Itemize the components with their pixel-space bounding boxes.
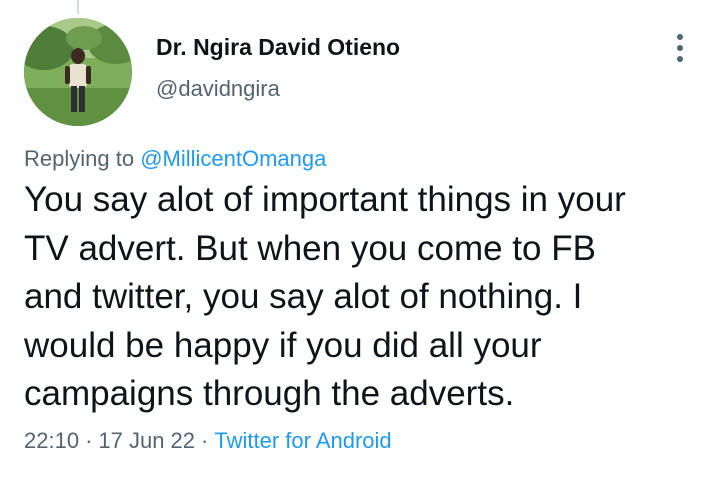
tweet-meta: 22:10 · 17 Jun 22 · Twitter for Android [24,428,392,454]
author-handle[interactable]: @davidngira [156,76,280,102]
tweet-time[interactable]: 22:10 [24,428,79,453]
tweet-text-line: and twitter, you say alot of nothing. I [24,277,583,316]
avatar-photo [24,18,132,126]
tweet-text-line: You say alot of important things in your [24,180,626,219]
avatar[interactable] [24,18,132,126]
tweet-date[interactable]: 17 Jun 22 [98,428,195,453]
more-vertical-icon [677,34,683,40]
more-options-button[interactable] [668,30,692,66]
author-name[interactable]: Dr. Ngira David Otieno [156,34,400,61]
replying-to-label: Replying to [24,146,135,171]
tweet-source-link[interactable]: Twitter for Android [214,428,391,453]
more-vertical-icon-dot [677,45,683,51]
meta-separator: · [85,428,93,453]
meta-separator: · [201,428,209,453]
tweet-text-line: campaigns through the adverts. [24,374,515,413]
replying-to: Replying to @MillicentOmanga [24,146,326,172]
more-vertical-icon-dot [677,56,683,62]
thread-connector-line [77,0,79,14]
replying-to-mention-link[interactable]: @MillicentOmanga [140,146,326,171]
tweet-text-line: would be happy if you did all your [24,325,542,365]
tweet-text-line: TV advert. But when you come to FB [24,228,596,268]
tweet-text: You say alot of important things in your… [24,176,704,419]
